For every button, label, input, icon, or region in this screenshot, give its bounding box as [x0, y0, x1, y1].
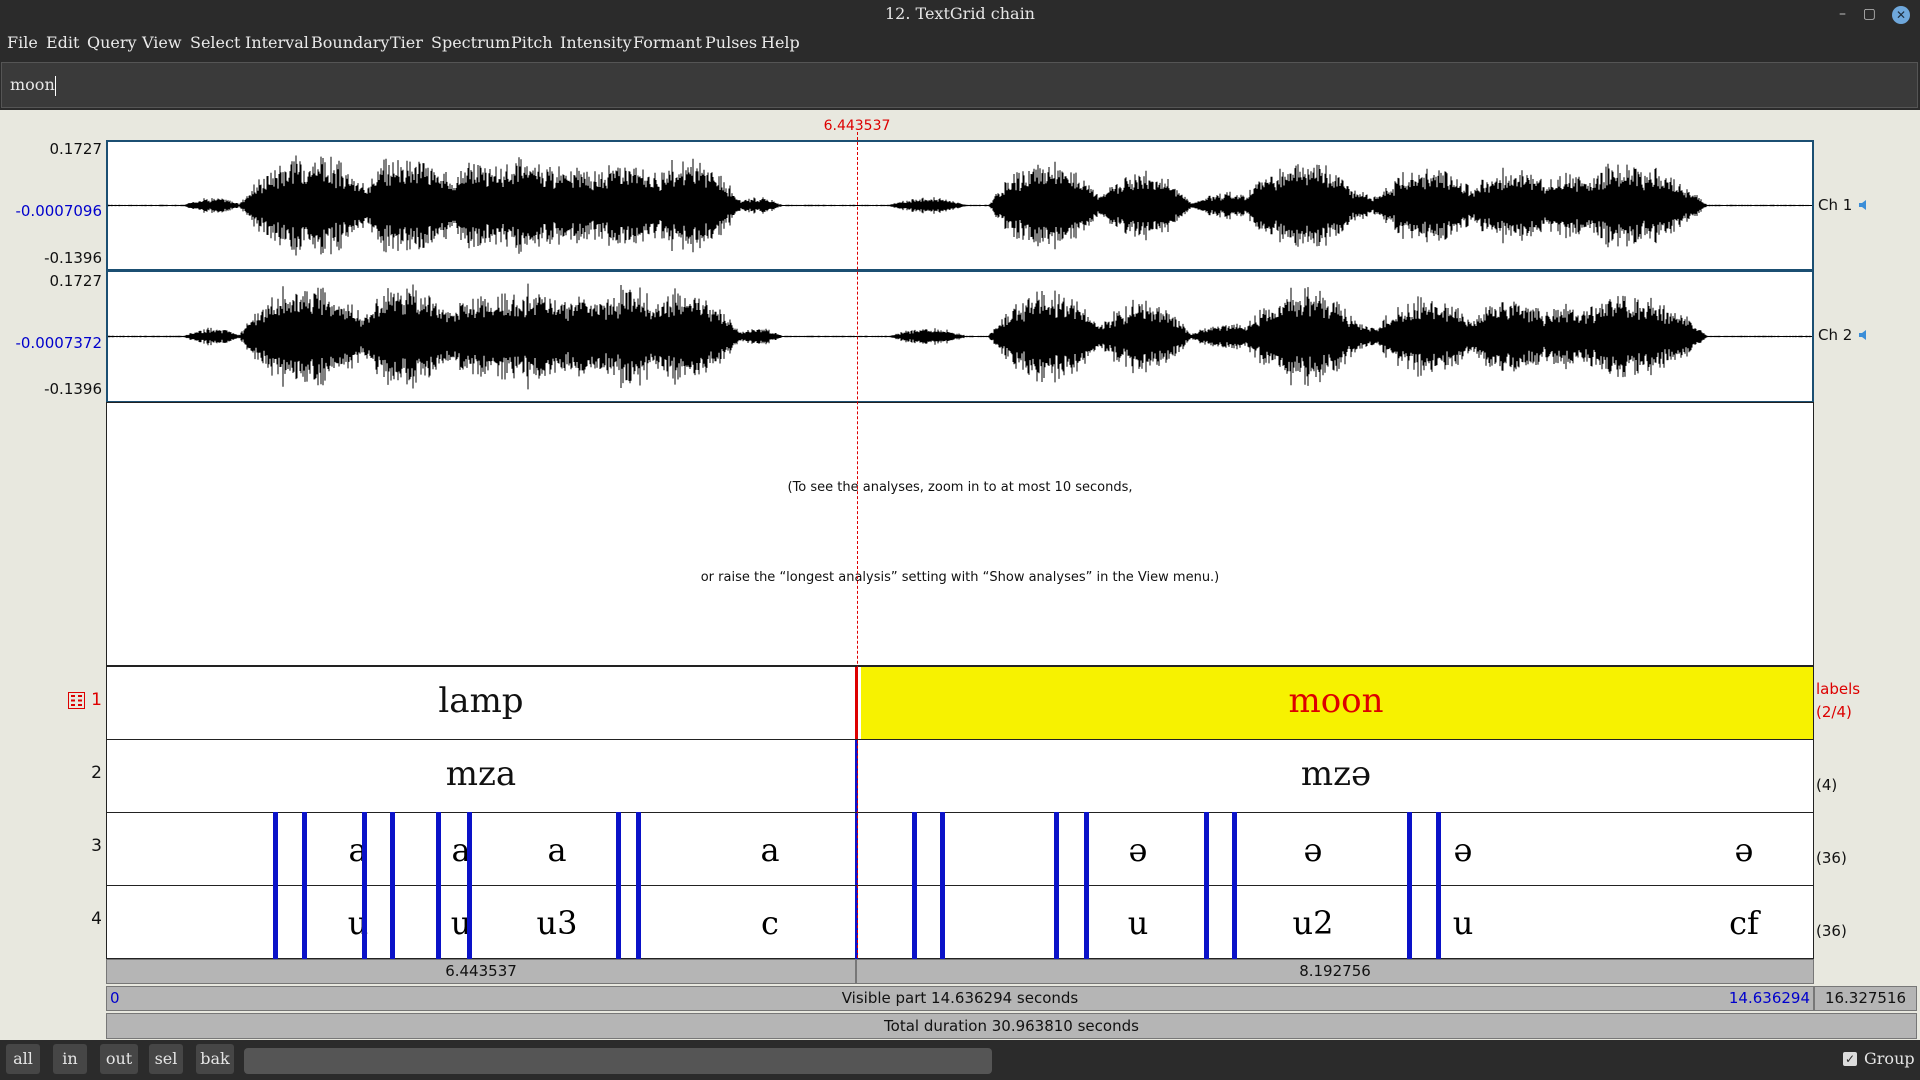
- interval-boundary[interactable]: [940, 812, 945, 959]
- close-icon[interactable]: ✕: [1892, 6, 1910, 24]
- channel-2-waveform[interactable]: [106, 270, 1814, 403]
- ch2-label: Ch 2: [1818, 326, 1853, 344]
- tier-2-number: 2: [91, 763, 102, 783]
- tier-1-number: 1: [91, 690, 102, 710]
- group-checkbox[interactable]: ✓: [1843, 1052, 1857, 1066]
- visible-part-bar[interactable]: 0 Visible part 14.636294 seconds 14.6362…: [106, 986, 1814, 1011]
- interval-boundary[interactable]: [362, 812, 367, 959]
- speaker-icon[interactable]: [1857, 198, 1871, 212]
- menu-interval[interactable]: Interval: [245, 33, 309, 53]
- menu-formant[interactable]: Formant: [633, 33, 702, 53]
- interval-boundary[interactable]: [467, 812, 472, 959]
- tier-2[interactable]: mza mzə: [106, 739, 1814, 813]
- interval-boundary[interactable]: [1232, 812, 1237, 959]
- duration-left-bar[interactable]: 6.443537: [106, 959, 856, 984]
- zoom-out-button[interactable]: out: [100, 1044, 138, 1074]
- right-remaining: 16.327516: [1824, 989, 1907, 1007]
- zoom-in-button[interactable]: in: [53, 1044, 87, 1074]
- menu-pitch[interactable]: Pitch: [511, 33, 553, 53]
- menu-file[interactable]: File: [7, 33, 38, 53]
- time-scrollbar[interactable]: [244, 1048, 992, 1074]
- analysis-area[interactable]: (To see the analyses, zoom in to at most…: [106, 402, 1814, 666]
- zoom-back-button[interactable]: bak: [196, 1044, 234, 1074]
- menu-help[interactable]: Help: [761, 33, 800, 53]
- maximize-icon[interactable]: ▢: [1863, 6, 1876, 22]
- text-field-area: moon: [0, 58, 1920, 110]
- tier-3-count: (36): [1816, 849, 1847, 867]
- bottom-bar: all in out sel bak ✓ Group: [0, 1040, 1920, 1080]
- menu-pulses[interactable]: Pulses: [705, 33, 757, 53]
- interval-text-value: moon: [10, 75, 55, 94]
- ch2-max: 0.1727: [49, 272, 103, 290]
- ch1-max: 0.1727: [49, 140, 103, 158]
- interval-boundary[interactable]: [390, 812, 395, 959]
- tier-1-name: labels: [1816, 680, 1861, 698]
- interval-boundary[interactable]: [616, 812, 621, 959]
- tier-2-interval-label[interactable]: mzə: [1301, 754, 1371, 794]
- tier-1-interval-label[interactable]: moon: [1288, 681, 1383, 721]
- interval-text-field[interactable]: moon: [1, 62, 1918, 108]
- menu-select[interactable]: Select: [190, 33, 240, 53]
- interval-boundary[interactable]: [1204, 812, 1209, 959]
- tier-4-count: (36): [1816, 922, 1847, 940]
- total-duration: Total duration 30.963810 seconds: [884, 1017, 1139, 1035]
- duration-right-bar[interactable]: 8.192756: [856, 959, 1814, 984]
- visible-start: 0: [110, 989, 120, 1007]
- point-boundaries: [106, 812, 1814, 959]
- interval-boundary[interactable]: [436, 812, 441, 959]
- text-caret: [54, 75, 56, 96]
- menu-tier[interactable]: Tier: [390, 33, 423, 53]
- window-title: 12. TextGrid chain: [885, 4, 1035, 23]
- waveform-ch2: [108, 283, 1812, 390]
- tier-2-count: (4): [1816, 776, 1838, 794]
- analysis-notice-line1: (To see the analyses, zoom in to at most…: [787, 480, 1133, 495]
- menu-boundary[interactable]: Boundary: [311, 33, 389, 53]
- analysis-notice-line2: or raise the “longest analysis” setting …: [700, 570, 1220, 585]
- right-remaining-bar[interactable]: 16.327516: [1814, 986, 1917, 1011]
- menu-spectrum[interactable]: Spectrum: [431, 33, 510, 53]
- menu-intensity[interactable]: Intensity: [560, 33, 632, 53]
- channel-1-waveform[interactable]: [106, 140, 1814, 271]
- tier-4-number: 4: [91, 909, 102, 929]
- visible-end: 14.636294: [1728, 989, 1810, 1007]
- total-duration-bar[interactable]: Total duration 30.963810 seconds: [106, 1013, 1917, 1039]
- interval-boundary[interactable]: [1407, 812, 1412, 959]
- interval-boundary[interactable]: [912, 812, 917, 959]
- interval-boundary[interactable]: [1054, 812, 1059, 959]
- interval-boundary[interactable]: [273, 812, 278, 959]
- menu-edit[interactable]: Edit: [46, 33, 79, 53]
- time-cursor[interactable]: [857, 132, 858, 958]
- zoom-all-button[interactable]: all: [6, 1044, 40, 1074]
- tier-1[interactable]: lamp moon: [106, 666, 1814, 740]
- tier-1-interval-label[interactable]: lamp: [438, 681, 523, 721]
- minimize-icon[interactable]: –: [1839, 6, 1846, 22]
- zoom-selection-button[interactable]: sel: [149, 1044, 183, 1074]
- group-label: Group: [1864, 1049, 1915, 1068]
- menu-query[interactable]: Query: [87, 33, 137, 53]
- interval-boundary[interactable]: [636, 812, 641, 959]
- visible-part-label: Visible part 14.636294 seconds: [841, 989, 1079, 1007]
- ch1-mid: -0.0007096: [15, 202, 102, 220]
- ch2-min: -0.1396: [44, 380, 102, 398]
- title-bar: 12. TextGrid chain – ▢ ✕: [0, 0, 1920, 28]
- interval-boundary[interactable]: [1084, 812, 1089, 959]
- interval-boundary[interactable]: [1436, 812, 1441, 959]
- duration-right: 8.192756: [1299, 962, 1371, 980]
- ch2-mid: -0.0007372: [15, 334, 102, 352]
- tier-2-interval-label[interactable]: mza: [446, 754, 516, 794]
- tier-3-number: 3: [91, 836, 102, 856]
- interval-boundary[interactable]: [302, 812, 307, 959]
- ch1-label: Ch 1: [1818, 196, 1853, 214]
- duration-left: 6.443537: [445, 962, 517, 980]
- speaker-icon[interactable]: [1857, 328, 1871, 342]
- menu-view[interactable]: View: [142, 33, 182, 53]
- waveform-ch1: [108, 155, 1812, 256]
- ch1-min: -0.1396: [44, 249, 102, 267]
- tier-1-count: (2/4): [1816, 703, 1852, 721]
- menu-bar: File Edit Query View Select Interval Bou…: [0, 28, 1920, 58]
